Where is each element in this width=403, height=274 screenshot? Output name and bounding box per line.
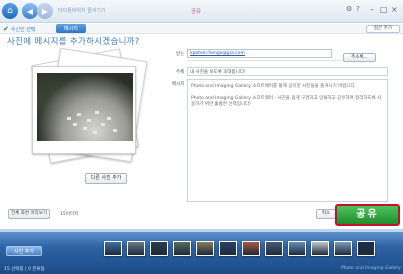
recipient-field[interactable]: kpoteer.henge@jpa.com [187,49,332,58]
full-screen-preview-button[interactable]: 전체 화면 미리보기 [8,209,50,219]
tray-thumbnail[interactable] [288,241,306,256]
step-recipient-label: 수신인 선택 [10,26,36,33]
photo-stack [22,47,152,170]
tray-thumbnail[interactable] [311,241,329,256]
divider [187,60,360,61]
tray-thumbnail[interactable] [173,241,191,256]
step-message[interactable]: 메시지 [56,24,86,33]
checkmark-icon: ✔ [3,25,9,33]
page-title: 사진에 메시지를 추가하시겠습니까? [7,37,140,47]
maximize-button[interactable]: □ [380,5,388,14]
tray-thumbnail[interactable] [242,241,260,256]
add-other-photo-button[interactable]: 다른 사진 추가 [85,173,127,184]
add-photo-button[interactable]: 사진 추가 [6,246,42,256]
settings-icon[interactable]: ⚙ [346,5,352,13]
home-icon[interactable]: ⌂ [2,3,18,19]
message-paragraph: Photo and Imaging Gallery 소프트웨어 - 사진을 쉽게… [191,96,382,107]
tray-header [0,229,403,232]
tray-thumbnail[interactable] [104,241,122,256]
message-label: 메시지 [172,82,185,87]
brand-label: Photo and Imaging Gallery [341,266,401,271]
back-arrow-icon[interactable]: ◀ [22,3,38,19]
thumbnail-strip [104,241,384,258]
image-count: 15이미지 [60,212,79,217]
selection-status: 15 선택됨 | 0 분류됨 [4,267,45,272]
message-paragraph: Photo and Imaging Gallery 소프트웨어를 통해 공유한 … [191,84,357,89]
tray-thumbnail[interactable] [127,241,145,256]
tray-thumbnail[interactable] [357,241,375,256]
window-title: 공유 [191,9,202,15]
step-recipient[interactable]: ✔ 수신인 선택 [3,25,35,33]
tray-thumbnail[interactable] [265,241,283,256]
subject-field[interactable]: 내 사진을 보도록 초대합니다! [187,67,388,76]
close-button[interactable]: × [391,5,398,14]
tray-thumbnail[interactable] [150,241,168,256]
photo-frame-front [32,66,136,154]
cancel-button[interactable]: 취소 [316,209,336,219]
help-button[interactable]: ? [356,5,360,13]
minimize-button[interactable]: – [370,5,374,14]
title-bar: ⌂ ◀ ▶ 타이틀바위치 즐겨기기 공유 ⚙ ? – □ × [0,0,403,23]
message-textarea[interactable]: Photo and Imaging Gallery 소프트웨어를 통해 공유한 … [187,79,388,202]
selected-photo [37,73,133,141]
tray-thumbnail[interactable] [334,241,352,256]
forward-arrow-icon[interactable]: ▶ [37,3,53,19]
to-label: 받는 [176,52,185,57]
address-book-button[interactable]: 주소록... [343,53,376,62]
share-button[interactable]: 공유 [335,204,400,226]
subject-label: 주제 [176,70,185,75]
tray-thumbnail[interactable] [196,241,214,256]
step-bar: ✔ 수신인 선택 메시지 접은 추가 [0,24,403,34]
back-step-button[interactable]: 접은 추가 [366,25,400,33]
breadcrumb: 타이틀바위치 즐겨기기 [58,8,106,14]
tray-thumbnail[interactable] [219,241,237,256]
